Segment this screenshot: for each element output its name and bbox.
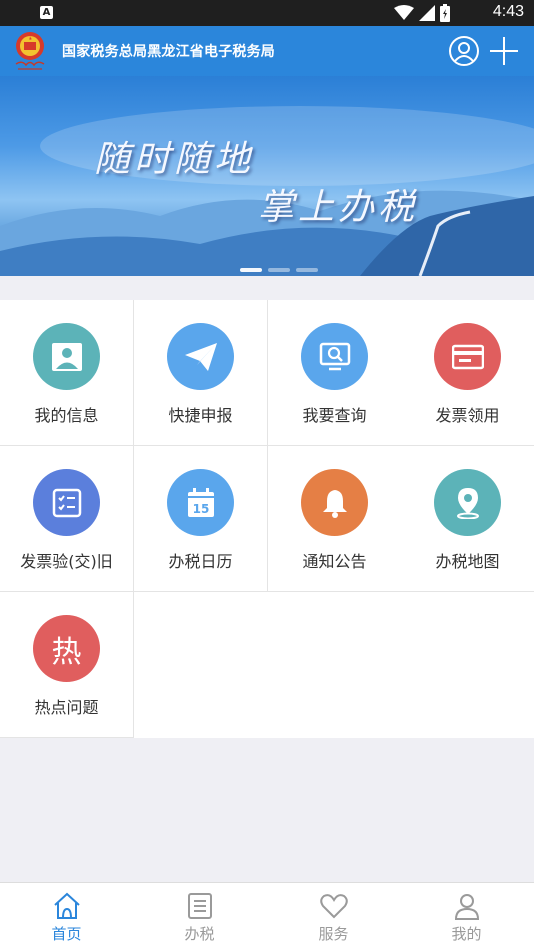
menu-icon-circle (33, 323, 100, 390)
status-icons (394, 4, 450, 22)
user-icon[interactable] (448, 35, 480, 67)
menu-item-notices[interactable]: 通知公告 (268, 446, 402, 592)
menu-item-label: 我的信息 (34, 406, 99, 425)
menu-item-label: 发票领用 (435, 406, 500, 425)
promo-banner[interactable]: 随时随地 掌上办税 (0, 76, 534, 276)
tab-mine[interactable]: 我的 (400, 883, 533, 950)
menu-item-query[interactable]: 我要查询 (268, 300, 402, 446)
menu-icon-circle: 15 (167, 469, 234, 536)
carousel-dot[interactable] (240, 268, 262, 272)
tab-tax[interactable]: 办税 (133, 883, 266, 950)
search-monitor-icon (319, 342, 350, 370)
notification-a-icon: A (40, 6, 53, 19)
mountain-scenery (0, 106, 534, 276)
carousel-dot[interactable] (268, 268, 290, 272)
page-title: 国家税务总局黑龙江省电子税务局 (62, 44, 275, 60)
tab-label: 首页 (51, 925, 82, 943)
signal-icon (419, 5, 435, 21)
menu-icon-circle (301, 469, 368, 536)
status-bar: A 4:43 (0, 0, 534, 26)
banner-slogan-line2: 掌上办税 (258, 187, 419, 228)
emblem-logo (15, 32, 45, 70)
calendar-icon: 15 (187, 487, 214, 517)
section-divider (0, 276, 534, 300)
paper-plane-icon (184, 342, 217, 371)
checklist-icon (52, 488, 81, 517)
map-pin-icon (456, 487, 479, 519)
menu-item-label: 办税地图 (435, 552, 500, 571)
menu-item-label: 通知公告 (302, 552, 367, 571)
wifi-icon (394, 5, 414, 20)
menu-icon-circle (167, 323, 234, 390)
tab-label: 办税 (184, 925, 215, 943)
plus-icon[interactable] (488, 35, 520, 67)
banner-slogan-line1: 随时随地 (94, 139, 255, 180)
heart-icon (320, 894, 348, 919)
menu-item-invoice-verify[interactable]: 发票验(交)旧 (0, 446, 134, 592)
battery-icon (440, 4, 450, 22)
carousel-indicators (240, 268, 318, 272)
menu-item-my-info[interactable]: 我的信息 (0, 300, 134, 446)
menu-item-label: 发票验(交)旧 (20, 552, 113, 571)
menu-item-label: 我要查询 (302, 406, 367, 425)
menu-icon-circle (301, 323, 368, 390)
calendar-day-number: 15 (192, 502, 209, 516)
menu-item-invoice-claim[interactable]: 发票领用 (401, 300, 534, 446)
carousel-dot[interactable] (296, 268, 318, 272)
menu-item-tax-calendar[interactable]: 15 办税日历 (134, 446, 268, 592)
menu-icon-circle (33, 469, 100, 536)
menu-item-hot-questions[interactable]: 热 热点问题 (0, 592, 134, 738)
menu-item-tax-map[interactable]: 办税地图 (401, 446, 534, 592)
bottom-tab-bar: 首页 办税 服务 我的 (0, 882, 534, 950)
tab-home[interactable]: 首页 (0, 883, 133, 950)
menu-icon-circle: 热 (33, 615, 100, 682)
app-header: 国家税务总局黑龙江省电子税务局 (0, 26, 534, 76)
list-icon (188, 893, 212, 919)
home-icon (54, 892, 80, 919)
menu-icon-circle (434, 469, 501, 536)
tab-label: 服务 (318, 925, 349, 943)
menu-item-quick-declare[interactable]: 快捷申报 (134, 300, 268, 446)
person-icon (454, 894, 480, 920)
tab-label: 我的 (451, 925, 482, 943)
profile-icon (51, 342, 82, 371)
menu-item-label: 办税日历 (168, 552, 233, 571)
menu-item-label: 热点问题 (34, 698, 99, 717)
bell-icon (322, 489, 347, 518)
menu-item-label: 快捷申报 (168, 406, 233, 425)
invoice-card-icon (451, 344, 484, 369)
hot-icon: 热 (51, 634, 82, 670)
service-grid: 我的信息 快捷申报 我要查询 发票领用 发票验(交)旧 15 办税日历 通知公告… (0, 300, 534, 738)
clock: 4:43 (492, 3, 524, 20)
menu-icon-circle (434, 323, 501, 390)
tab-service[interactable]: 服务 (267, 883, 400, 950)
